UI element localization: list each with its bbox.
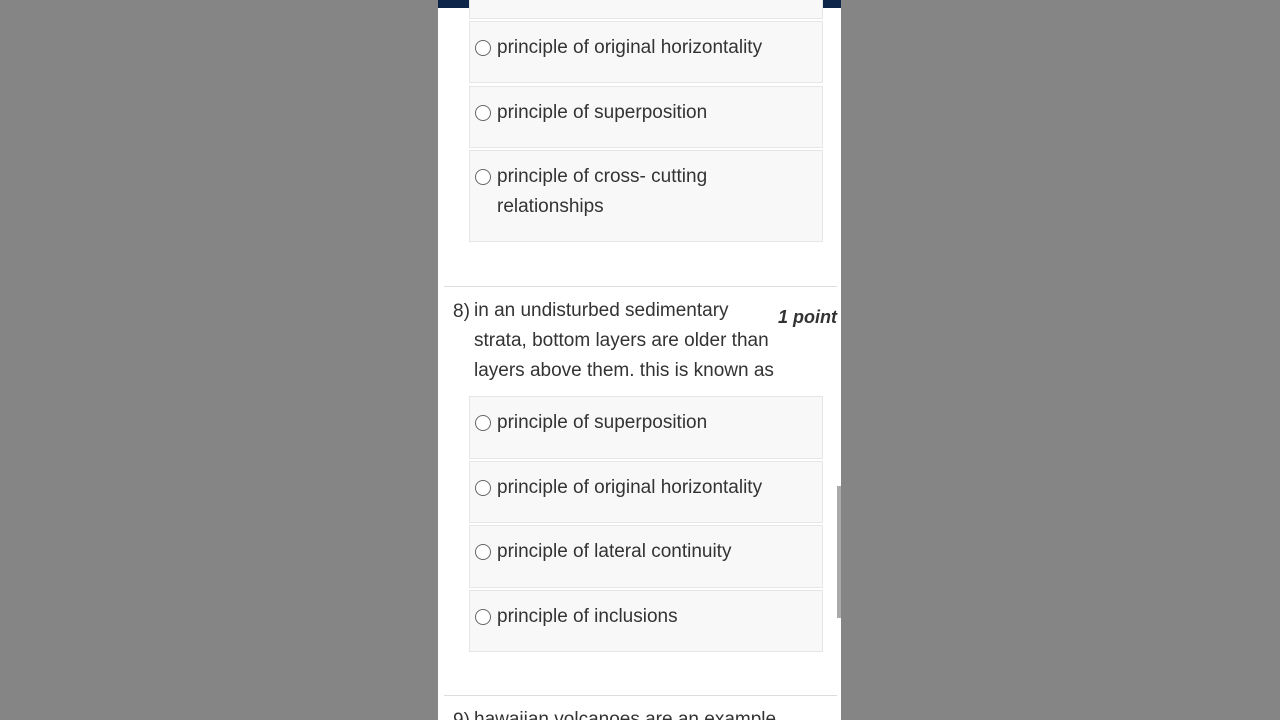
points-label: 1 point bbox=[778, 307, 837, 327]
option[interactable]: principle of original horizontality bbox=[469, 461, 823, 523]
question-text: hawaiian volcanoes are an example bbox=[474, 709, 777, 720]
question-number: 9) bbox=[453, 710, 470, 720]
radio-button[interactable] bbox=[475, 480, 491, 496]
form-page: principle of original horizontality prin… bbox=[438, 0, 841, 720]
radio-button[interactable] bbox=[475, 169, 491, 185]
option-label: principle of lateral continuity bbox=[497, 541, 732, 562]
option[interactable]: principle of original horizontality bbox=[469, 21, 823, 83]
radio-button[interactable] bbox=[475, 415, 491, 431]
radio-button[interactable] bbox=[475, 40, 491, 56]
radio-button[interactable] bbox=[475, 544, 491, 560]
option-label: principle of cross- cutting relationship… bbox=[497, 166, 708, 217]
option[interactable]: principle of superposition bbox=[469, 396, 823, 459]
option[interactable]: principle of superposition bbox=[469, 86, 823, 148]
option-label: principle of superposition bbox=[497, 102, 708, 123]
divider bbox=[444, 286, 837, 287]
question-text: in an undisturbed sedimentary strata, bo… bbox=[474, 300, 774, 381]
question-number: 8) bbox=[453, 301, 470, 322]
divider bbox=[444, 695, 837, 696]
radio-button[interactable] bbox=[475, 105, 491, 121]
scrollbar[interactable] bbox=[837, 486, 841, 618]
radio-button[interactable] bbox=[475, 609, 491, 625]
option-partial[interactable] bbox=[469, 0, 823, 19]
option-label: principle of superposition bbox=[497, 412, 708, 433]
option-label: principle of original horizontality bbox=[497, 37, 763, 58]
option[interactable]: principle of cross- cutting relationship… bbox=[469, 150, 823, 242]
option-label: principle of inclusions bbox=[497, 606, 678, 627]
option[interactable]: principle of inclusions bbox=[469, 590, 823, 652]
option[interactable]: principle of lateral continuity bbox=[469, 525, 823, 588]
option-label: principle of original horizontality bbox=[497, 477, 763, 498]
